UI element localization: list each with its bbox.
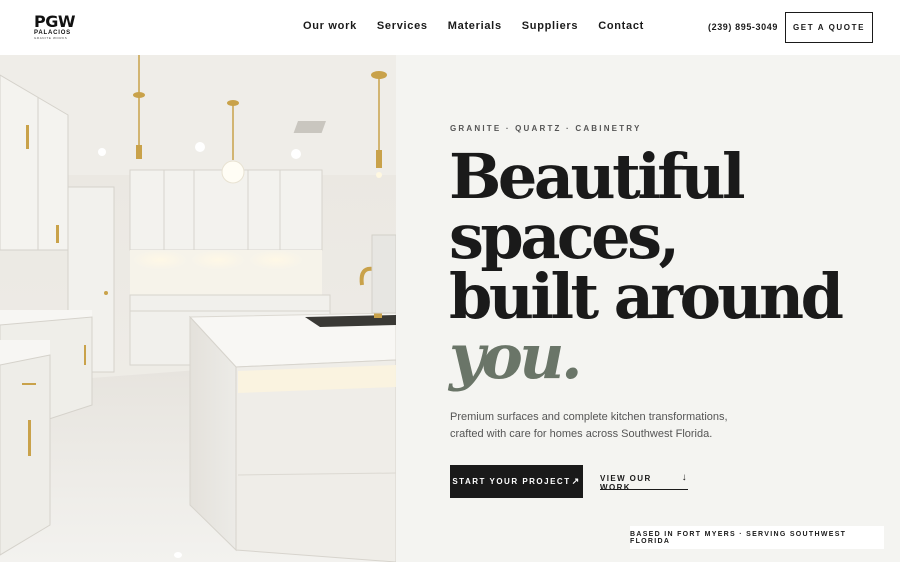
location-badge: BASED IN FORT MYERS · SERVING SOUTHWEST … xyxy=(630,526,884,549)
view-work-link[interactable]: VIEW OUR WORK ↓ xyxy=(600,472,688,492)
arrow-down-icon: ↓ xyxy=(681,472,688,483)
get-quote-button[interactable]: GET A QUOTE xyxy=(785,12,873,43)
headline-line-2: spaces, xyxy=(449,200,680,273)
nav-link-services[interactable]: Services xyxy=(377,20,428,32)
nav-link-our-work[interactable]: Our work xyxy=(303,20,357,32)
headline-line-1: Beautiful xyxy=(449,140,746,213)
nav-link-contact[interactable]: Contact xyxy=(598,20,644,32)
main-nav: Our work Services Materials Suppliers Co… xyxy=(303,20,644,32)
start-project-label: START YOUR PROJECT xyxy=(452,477,571,486)
hero-headline: Beautiful spaces, built around you. xyxy=(449,140,844,393)
phone-link[interactable]: (239) 895-3049 xyxy=(708,22,778,32)
logo-subtitle: GRANITE WORKS xyxy=(34,36,68,40)
site-header: PGW PALACIOS GRANITE WORKS Our work Serv… xyxy=(0,0,900,55)
start-project-button[interactable]: START YOUR PROJECT ↗ xyxy=(450,465,583,498)
kitchen-photo xyxy=(0,55,396,562)
brand-logo[interactable]: PGW PALACIOS GRANITE WORKS xyxy=(34,12,82,41)
hero-subcopy: Premium surfaces and complete kitchen tr… xyxy=(450,411,728,440)
hero-eyebrow: GRANITE · QUARTZ · CABINETRY xyxy=(450,124,642,133)
logo-mark: PGW xyxy=(34,12,76,31)
nav-link-suppliers[interactable]: Suppliers xyxy=(522,20,578,32)
headline-accent: you. xyxy=(449,320,583,393)
nav-link-materials[interactable]: Materials xyxy=(448,20,502,32)
arrow-up-right-icon: ↗ xyxy=(571,476,581,486)
view-work-label: VIEW OUR WORK xyxy=(600,474,652,492)
headline-line-3: built around xyxy=(449,260,844,333)
hero-panel: GRANITE · QUARTZ · CABINETRY Beautiful s… xyxy=(396,55,900,562)
